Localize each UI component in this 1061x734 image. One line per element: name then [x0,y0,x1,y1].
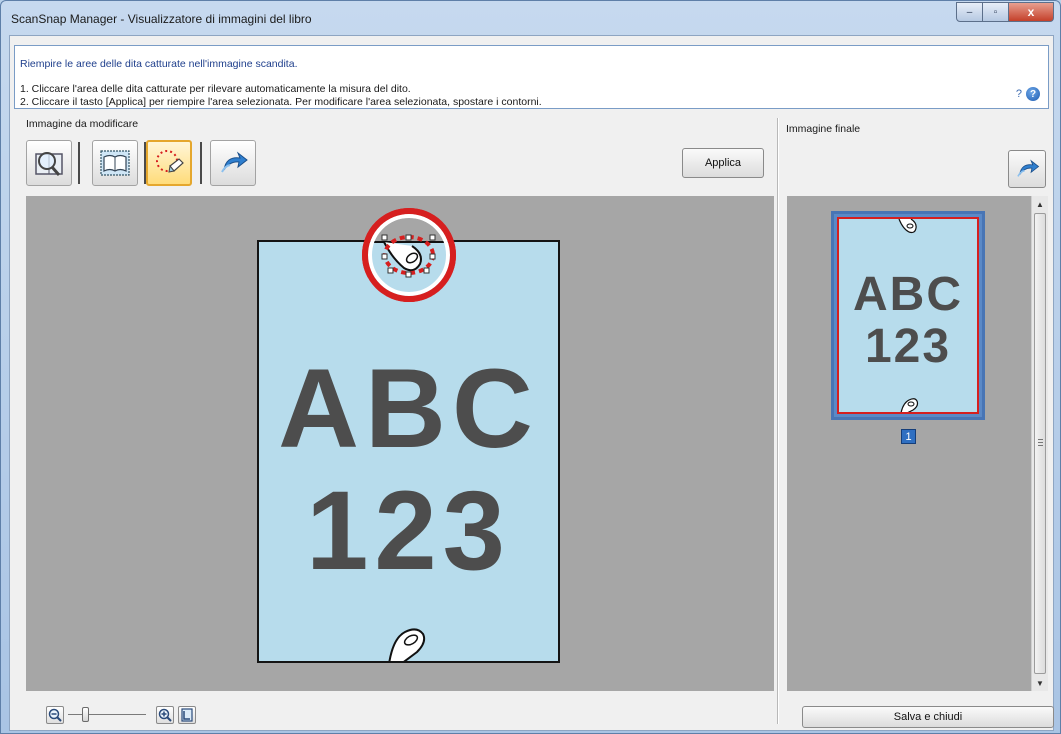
minimize-button[interactable]: – [956,2,983,22]
close-button[interactable]: x [1009,2,1054,22]
undo-button[interactable] [210,140,256,186]
maximize-icon: ▫ [993,6,998,18]
selection-callout[interactable] [360,206,458,304]
left-panel-label: Immagine da modificare [26,118,139,130]
scroll-down-arrow-icon[interactable]: ▼ [1032,675,1048,691]
final-page-thumbnail[interactable]: ABC 123 [831,211,985,420]
apply-button[interactable]: Applica [682,148,764,178]
undo-icon [1017,159,1040,177]
zoom-out-icon [48,708,62,722]
fit-page-icon [181,708,193,722]
vertical-scrollbar[interactable]: ▲ ▼ [1031,196,1048,691]
undo-icon [221,151,248,173]
instructions-title: Riempire le aree delle dita catturate ne… [20,58,298,70]
save-close-button[interactable]: Salva e chiudi [802,706,1054,728]
help-link[interactable]: ? ? [1016,87,1040,101]
edit-canvas[interactable]: ABC 123 [26,196,774,691]
scrollbar-thumb[interactable] [1034,213,1046,674]
save-close-label: Salva e chiudi [893,711,963,723]
finger-icon [388,628,426,661]
instruction-step-2: 2. Cliccare il tasto [Applica] per riemp… [20,96,542,108]
page-number-badge[interactable]: 1 [901,429,916,444]
book-crop-icon [100,150,130,176]
toolbar-separator [200,142,202,184]
help-icon: ? [1026,87,1040,101]
app-window: ScanSnap Manager - Visualizzatore di imm… [0,0,1061,734]
toolbar-separator [78,142,80,184]
zoom-out-button[interactable] [46,706,64,724]
finger-icon [898,219,917,234]
zoom-slider-thumb[interactable] [82,707,89,722]
instructions-box: Riempire le aree delle dita catturate ne… [14,45,1049,109]
page-letters: ABC [278,346,539,471]
zoom-in-icon [158,708,172,722]
instruction-step-1: 1. Cliccare l'area delle dita catturate … [20,83,411,95]
zoom-in-button[interactable] [156,706,174,724]
thumbnail-page: ABC 123 [837,217,979,414]
minimize-icon: – [966,6,973,18]
thumbnail-digits: 123 [864,320,952,373]
magnify-page-button[interactable] [26,140,72,186]
title-bar[interactable]: ScanSnap Manager - Visualizzatore di imm… [1,1,1060,35]
finger-point-removal-icon [156,150,184,173]
fit-page-button[interactable] [178,706,196,724]
scroll-up-arrow-icon[interactable]: ▲ [1032,196,1048,212]
window-title: ScanSnap Manager - Visualizzatore di imm… [11,12,312,26]
close-icon: x [1027,5,1035,19]
client-area: Riempire le aree delle dita catturate ne… [9,35,1054,731]
final-image-panel[interactable]: ABC 123 1 ▲ ▼ [787,196,1048,691]
apply-button-label: Applica [704,157,742,169]
scrollbar-grip-icon [1038,439,1043,446]
finger-icon [900,398,919,412]
finger-point-removal-button[interactable] [146,140,192,186]
magnify-page-icon [35,152,63,176]
help-label: ? [1015,88,1022,100]
thumbnail-letters: ABC [853,268,963,321]
right-panel-label: Immagine finale [786,123,861,135]
window-controls: – ▫ x [956,2,1054,22]
page-digits: 123 [306,468,511,593]
maximize-button[interactable]: ▫ [983,2,1009,22]
zoom-slider-track[interactable] [68,714,146,715]
book-crop-button[interactable] [92,140,138,186]
panel-divider-highlight [778,118,779,724]
undo-final-button[interactable] [1008,150,1046,188]
